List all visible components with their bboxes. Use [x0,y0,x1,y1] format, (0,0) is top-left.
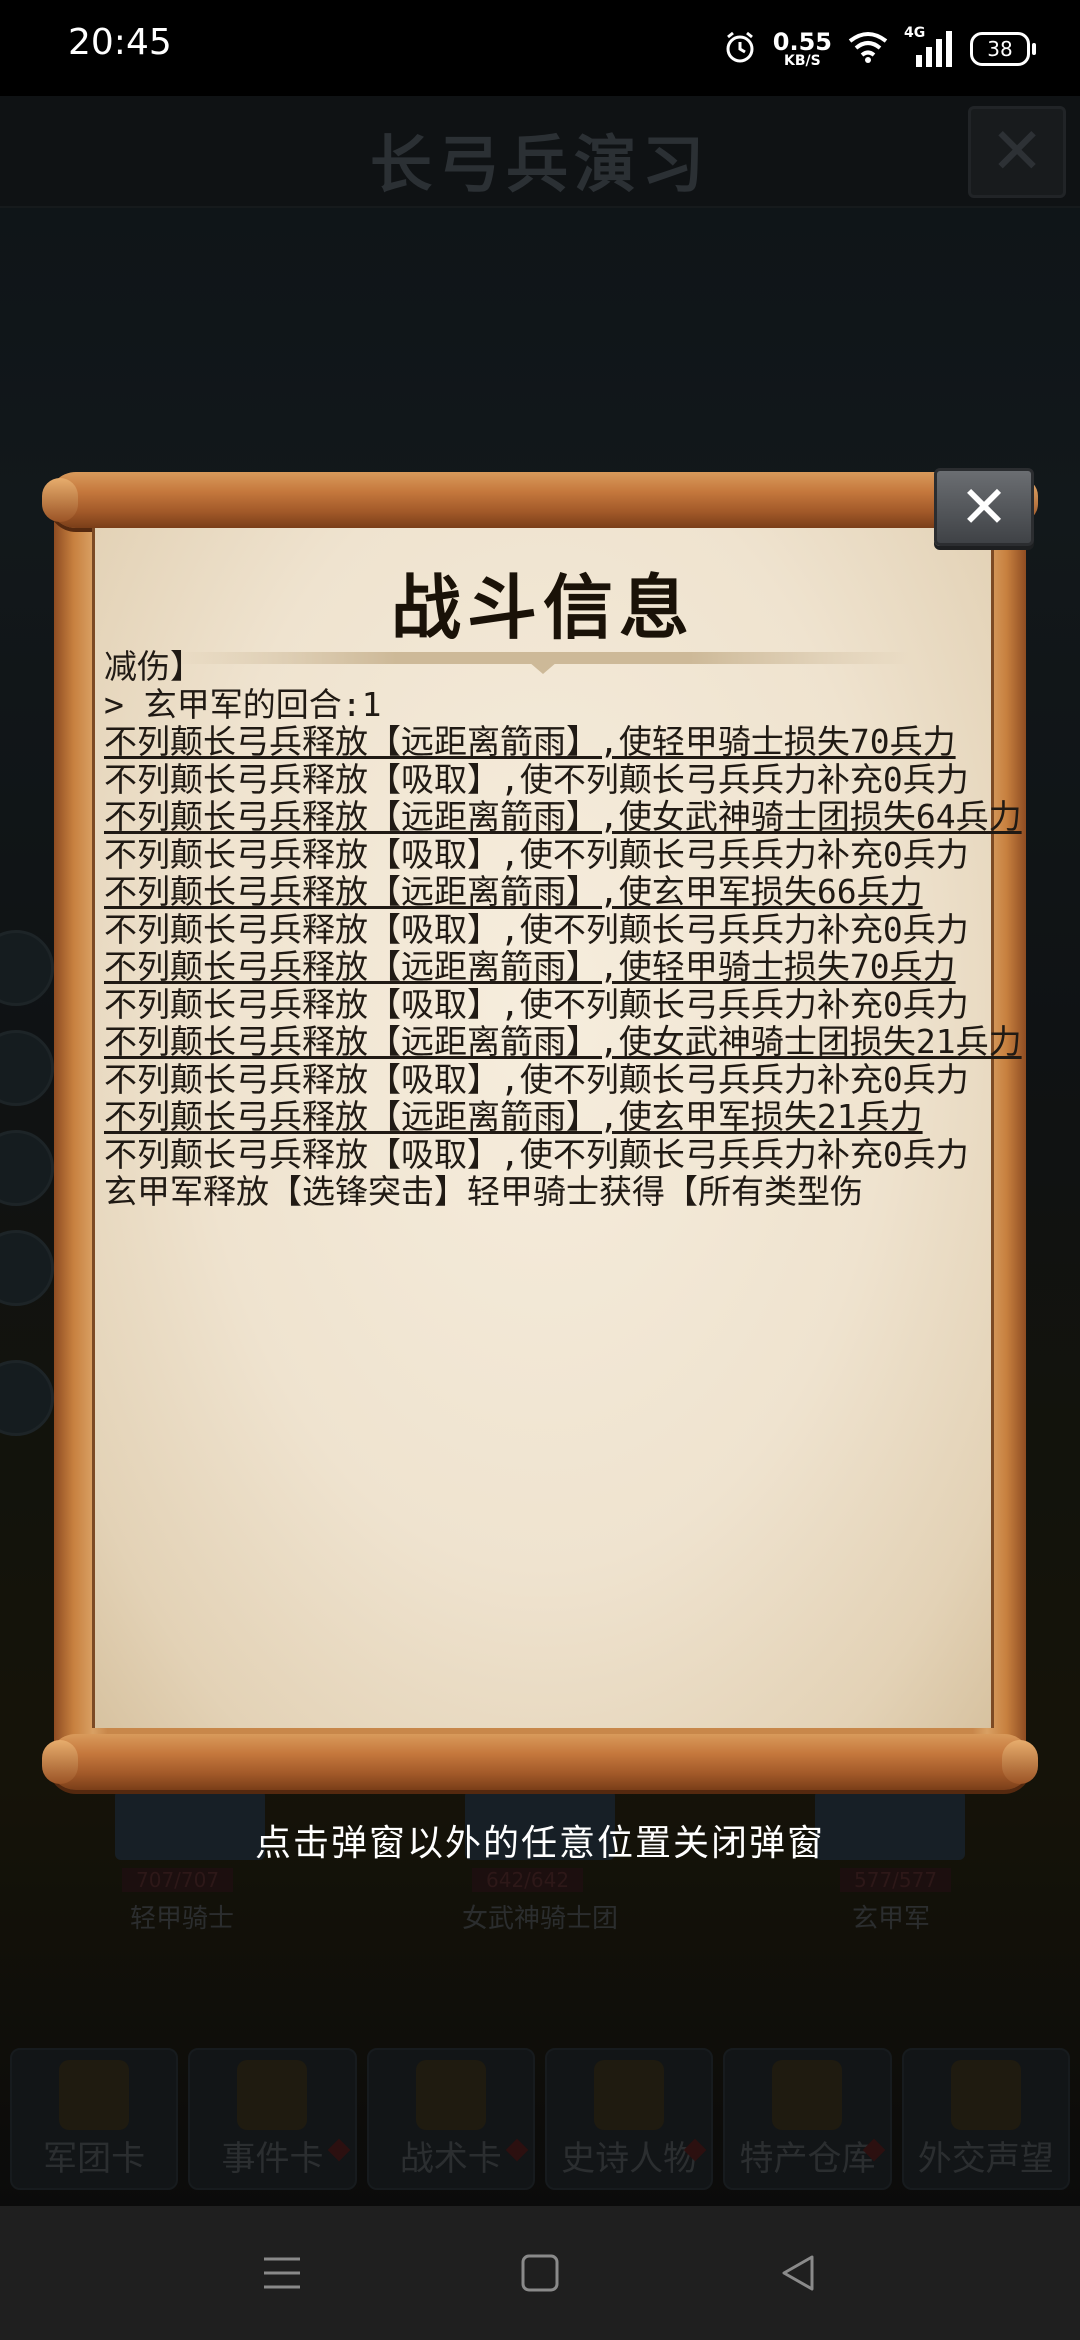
status-bar: 20:45 0.55 KB/S 4G 38 [0,0,1080,96]
scroll-top-roll [42,472,1038,528]
log-line: 不列颠长弓兵释放【吸取】,使不列颠长弓兵兵力补充0兵力 [104,759,969,799]
wifi-icon [848,31,888,67]
log-line: 不列颠长弓兵释放【远距离箭雨】,使轻甲骑士损失70兵力 [104,722,956,761]
net-speed: 0.55 KB/S [772,28,832,69]
log-line: 减伤】 [104,648,203,686]
log-line: 不列颠长弓兵释放【远距离箭雨】,使女武神骑士团损失21兵力 [104,1022,1022,1061]
log-line: 不列颠长弓兵释放【吸取】,使不列颠长弓兵兵力补充0兵力 [104,1134,969,1174]
log-line: 不列颠长弓兵释放【远距离箭雨】,使轻甲骑士损失70兵力 [104,947,956,986]
log-line: 不列颠长弓兵释放【吸取】,使不列颠长弓兵兵力补充0兵力 [104,984,969,1024]
log-line: 不列颠长弓兵释放【吸取】,使不列颠长弓兵兵力补充0兵力 [104,909,969,949]
status-icons: 0.55 KB/S 4G 38 [723,22,1036,76]
system-nav-bar [0,2206,1080,2340]
battle-info-dialog: 战斗信息 减伤】 > 玄甲军的回合:1 不列颠长弓兵释放【远距离箭雨】,使轻甲骑士损… [42,468,1038,1794]
log-line: 不列颠长弓兵释放【远距离箭雨】,使玄甲军损失66兵力 [104,872,923,911]
back-triangle-icon[interactable] [718,2206,878,2340]
menu-icon[interactable] [202,2206,362,2340]
log-line: 玄甲军释放【选锋突击】轻甲骑士获得【所有类型伤 [104,1172,863,1211]
home-square-icon[interactable] [460,2206,620,2340]
battle-log[interactable]: 减伤】 > 玄甲军的回合:1 不列颠长弓兵释放【远距离箭雨】,使轻甲骑士损失70兵力… [104,648,1024,1698]
close-hint: 点击弹窗以外的任意位置关闭弹窗 [254,1823,825,1864]
log-line: 不列颠长弓兵释放【远距离箭雨】,使女武神骑士团损失64兵力 [104,797,1022,836]
log-line: 不列颠长弓兵释放【远距离箭雨】,使玄甲军损失21兵力 [104,1097,923,1136]
cell-signal-icon: 4G [904,25,954,69]
scroll-bottom-roll [42,1734,1038,1790]
alarm-icon [723,30,757,68]
log-line: 不列颠长弓兵释放【吸取】,使不列颠长弓兵兵力补充0兵力 [104,1059,969,1099]
status-time: 20:45 [68,22,172,63]
dialog-title: 战斗信息 [391,567,695,649]
log-line: 不列颠长弓兵释放【吸取】,使不列颠长弓兵兵力补充0兵力 [104,834,969,874]
log-line: > 玄甲军的回合:1 [104,684,382,724]
battery-icon: 38 [970,32,1036,66]
close-x-icon[interactable]: ✕ [934,468,1034,546]
